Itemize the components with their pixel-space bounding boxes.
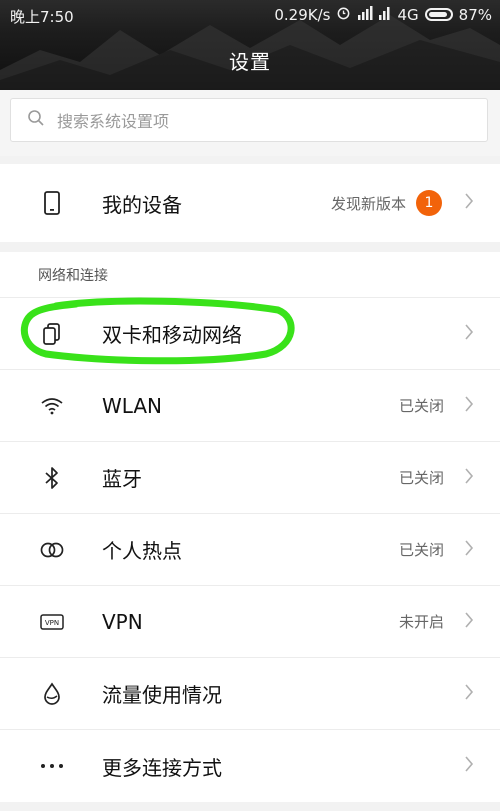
- my-device-row[interactable]: 我的设备 发现新版本 1: [0, 164, 500, 242]
- chevron-right-icon: [464, 683, 474, 705]
- data-usage-row[interactable]: 流量使用情况: [0, 658, 500, 730]
- hotspot-row[interactable]: 个人热点 已关闭: [0, 514, 500, 586]
- chevron-right-icon: [464, 755, 474, 777]
- vpn-row[interactable]: VPN VPN 未开启: [0, 586, 500, 658]
- wifi-icon: [34, 388, 70, 424]
- dual-sim-label: 双卡和移动网络: [102, 323, 242, 347]
- more-connections-label: 更多连接方式: [102, 755, 222, 780]
- hotspot-label: 个人热点: [102, 539, 182, 563]
- chevron-right-icon: [464, 467, 474, 489]
- header: 晚上7:50 0.29K/s 4G 87% 设置: [0, 0, 500, 90]
- hotspot-status: 已关闭: [398, 541, 444, 559]
- status-battery: 87%: [458, 5, 492, 24]
- bluetooth-icon: [34, 460, 70, 496]
- search-input[interactable]: 搜索系统设置项: [10, 98, 488, 142]
- wlan-row[interactable]: WLAN 已关闭: [0, 370, 500, 442]
- status-network: 4G: [397, 5, 419, 24]
- search-area: 搜索系统设置项: [0, 90, 500, 156]
- chevron-right-icon: [464, 539, 474, 561]
- vpn-icon: VPN: [34, 604, 70, 640]
- wlan-status: 已关闭: [398, 397, 444, 415]
- signal-icon-2: [379, 6, 391, 24]
- device-card: 我的设备 发现新版本 1: [0, 164, 500, 242]
- battery-icon: [424, 8, 453, 21]
- status-time: 晚上7:50: [10, 8, 74, 26]
- more-icon: [34, 748, 70, 784]
- chevron-right-icon: [464, 192, 474, 214]
- page-title: 设置: [229, 50, 271, 74]
- more-connections-row[interactable]: 更多连接方式: [0, 730, 500, 802]
- signal-icon: [357, 5, 373, 24]
- status-speed: 0.29K/s: [274, 5, 331, 24]
- vpn-status: 未开启: [398, 613, 444, 631]
- svg-text:VPN: VPN: [45, 619, 59, 627]
- phone-icon: [34, 185, 70, 221]
- vpn-label: VPN: [102, 609, 143, 634]
- chevron-right-icon: [464, 611, 474, 633]
- data-usage-icon: [34, 676, 70, 712]
- update-badge: 1: [416, 190, 442, 216]
- dual-sim-row[interactable]: 双卡和移动网络: [0, 298, 500, 370]
- dual-sim-icon: [34, 316, 70, 352]
- alarm-icon: [336, 5, 351, 24]
- new-version-text: 发现新版本: [330, 194, 406, 213]
- my-device-label: 我的设备: [102, 192, 182, 217]
- chevron-right-icon: [464, 323, 474, 345]
- section-title-network: 网络和连接: [0, 252, 500, 298]
- bluetooth-label: 蓝牙: [102, 467, 142, 491]
- data-usage-label: 流量使用情况: [102, 683, 222, 707]
- bluetooth-status: 已关闭: [398, 469, 444, 487]
- wlan-label: WLAN: [102, 393, 163, 418]
- hotspot-icon: [34, 532, 70, 568]
- bluetooth-row[interactable]: 蓝牙 已关闭: [0, 442, 500, 514]
- chevron-right-icon: [464, 395, 474, 417]
- network-card: 网络和连接 双卡和移动网络 WLAN 已关闭 蓝牙 已关闭 个人热点 已关闭 V…: [0, 252, 500, 802]
- search-icon: [27, 109, 45, 131]
- search-placeholder: 搜索系统设置项: [57, 112, 170, 131]
- status-bar: 晚上7:50 0.29K/s 4G 87%: [0, 0, 500, 28]
